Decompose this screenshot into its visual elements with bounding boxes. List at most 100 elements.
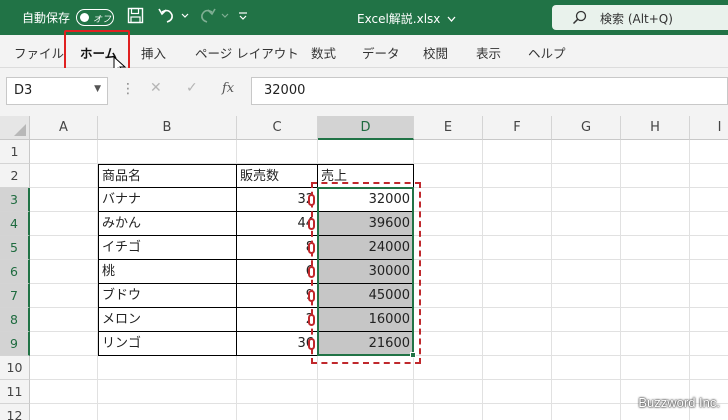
cell-e7[interactable]: [414, 284, 483, 308]
column-header-f[interactable]: F: [483, 116, 552, 140]
cell-c1[interactable]: [237, 140, 318, 164]
cell-a8[interactable]: [30, 308, 98, 332]
cell-a5[interactable]: [30, 236, 98, 260]
cell-h9[interactable]: [621, 332, 690, 356]
cell-a10[interactable]: [30, 356, 98, 380]
row-header-3[interactable]: 3: [0, 188, 30, 212]
name-box[interactable]: D3 ▼: [6, 77, 108, 105]
cell-a4[interactable]: [30, 212, 98, 236]
cell-b12[interactable]: [98, 404, 237, 420]
tab-formulas[interactable]: 数式: [311, 43, 336, 62]
cell-f9[interactable]: [483, 332, 552, 356]
cell-f3[interactable]: [483, 188, 552, 212]
formula-input[interactable]: 32000: [251, 77, 728, 105]
cell-h3[interactable]: [621, 188, 690, 212]
cell-f6[interactable]: [483, 260, 552, 284]
cell-f7[interactable]: [483, 284, 552, 308]
cell-b8[interactable]: メロン: [98, 308, 237, 332]
cell-f10[interactable]: [483, 356, 552, 380]
tab-view[interactable]: 表示: [476, 43, 501, 62]
cell-e6[interactable]: [414, 260, 483, 284]
fill-handle[interactable]: [410, 352, 416, 358]
autosave-toggle[interactable]: オフ: [76, 9, 114, 26]
cell-b10[interactable]: [98, 356, 237, 380]
cell-g7[interactable]: [552, 284, 621, 308]
cell-c11[interactable]: [237, 380, 318, 404]
cell-e4[interactable]: [414, 212, 483, 236]
tab-review[interactable]: 校閲: [423, 43, 448, 62]
redo-icon[interactable]: [197, 7, 217, 27]
cell-a11[interactable]: [30, 380, 98, 404]
tab-insert[interactable]: 挿入: [141, 43, 166, 62]
enter-icon[interactable]: ✓: [186, 80, 198, 96]
cell-c7[interactable]: 9: [237, 284, 318, 308]
cell-c2[interactable]: 販売数: [237, 164, 318, 188]
cell-g4[interactable]: [552, 212, 621, 236]
cell-b5[interactable]: イチゴ: [98, 236, 237, 260]
cell-f2[interactable]: [483, 164, 552, 188]
row-header-6[interactable]: 6: [0, 260, 30, 284]
cell-c8[interactable]: 2: [237, 308, 318, 332]
undo-dropdown-icon[interactable]: [181, 13, 189, 33]
cell-i7[interactable]: [690, 284, 728, 308]
cell-d9[interactable]: 21600: [318, 332, 414, 356]
cell-a9[interactable]: [30, 332, 98, 356]
tab-page-layout[interactable]: ページ レイアウト: [195, 43, 299, 62]
cell-c3[interactable]: 32: [237, 188, 318, 212]
cell-c9[interactable]: 36: [237, 332, 318, 356]
redo-dropdown-icon[interactable]: [221, 13, 229, 33]
column-header-c[interactable]: C: [237, 116, 318, 140]
cell-d4[interactable]: 39600: [318, 212, 414, 236]
cell-i3[interactable]: [690, 188, 728, 212]
cell-e2[interactable]: [414, 164, 483, 188]
cell-f12[interactable]: [483, 404, 552, 420]
cell-a1[interactable]: [30, 140, 98, 164]
column-header-a[interactable]: A: [30, 116, 98, 140]
cell-i5[interactable]: [690, 236, 728, 260]
cell-i8[interactable]: [690, 308, 728, 332]
column-header-i[interactable]: I: [690, 116, 728, 140]
cell-d8[interactable]: 16000: [318, 308, 414, 332]
cell-i9[interactable]: [690, 332, 728, 356]
cell-g6[interactable]: [552, 260, 621, 284]
cell-g12[interactable]: [552, 404, 621, 420]
cell-g8[interactable]: [552, 308, 621, 332]
cell-h1[interactable]: [621, 140, 690, 164]
row-header-7[interactable]: 7: [0, 284, 30, 308]
cell-i4[interactable]: [690, 212, 728, 236]
cell-e3[interactable]: [414, 188, 483, 212]
cell-d12[interactable]: [318, 404, 414, 420]
cell-g2[interactable]: [552, 164, 621, 188]
cell-g3[interactable]: [552, 188, 621, 212]
row-header-12[interactable]: 12: [0, 404, 30, 420]
undo-icon[interactable]: [157, 7, 177, 27]
row-header-5[interactable]: 5: [0, 236, 30, 260]
cell-f11[interactable]: [483, 380, 552, 404]
cell-a2[interactable]: [30, 164, 98, 188]
row-header-1[interactable]: 1: [0, 140, 30, 164]
cell-f8[interactable]: [483, 308, 552, 332]
chevron-down-icon[interactable]: ▼: [94, 84, 101, 94]
cell-i2[interactable]: [690, 164, 728, 188]
cell-g5[interactable]: [552, 236, 621, 260]
cell-d3[interactable]: 32000: [318, 188, 414, 212]
column-header-d[interactable]: D: [318, 116, 414, 140]
cell-h7[interactable]: [621, 284, 690, 308]
select-all-corner[interactable]: [0, 116, 30, 140]
tab-help[interactable]: ヘルプ: [528, 43, 566, 62]
cell-h5[interactable]: [621, 236, 690, 260]
cell-d2[interactable]: 売上: [318, 164, 414, 188]
cell-g1[interactable]: [552, 140, 621, 164]
cell-d10[interactable]: [318, 356, 414, 380]
cell-c10[interactable]: [237, 356, 318, 380]
customize-quick-access-icon[interactable]: [238, 11, 248, 31]
cell-h8[interactable]: [621, 308, 690, 332]
row-header-8[interactable]: 8: [0, 308, 30, 332]
cell-b2[interactable]: 商品名: [98, 164, 237, 188]
cell-i1[interactable]: [690, 140, 728, 164]
column-header-e[interactable]: E: [414, 116, 483, 140]
cell-d5[interactable]: 24000: [318, 236, 414, 260]
search-box[interactable]: 検索 (Alt+Q): [552, 5, 728, 30]
cell-e1[interactable]: [414, 140, 483, 164]
cell-e9[interactable]: [414, 332, 483, 356]
